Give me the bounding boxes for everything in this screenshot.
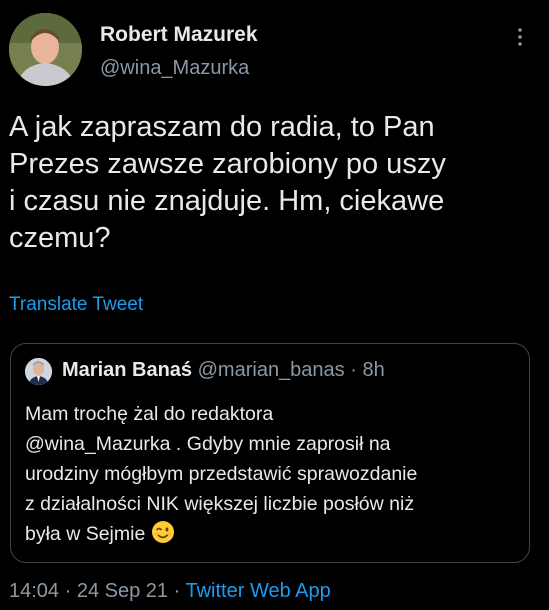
quoted-text-line: @wina_Mazurka . Gdyby mnie zaprosił na xyxy=(25,433,391,455)
quoted-tweet-header: Marian Banaś @marian_banas · 8h xyxy=(62,359,385,382)
quoted-author-name[interactable]: Marian Banaś xyxy=(62,359,192,381)
tweet-text-line: A jak zapraszam do radia, to Pan xyxy=(9,111,435,143)
meta-separator: · xyxy=(173,580,181,602)
quoted-text-line: z działalności NIK większej liczbie posł… xyxy=(25,493,415,515)
quoted-text-line: Mam trochę żal do redaktora xyxy=(25,403,274,425)
translate-tweet-link[interactable]: Translate Tweet xyxy=(9,294,143,316)
quoted-text-line-last: była w Sejmie xyxy=(25,519,520,549)
tweet-time[interactable]: 14:04 xyxy=(9,580,59,602)
quoted-text-line: była w Sejmie xyxy=(25,523,146,545)
tweet: Robert Mazurek @wina_Mazurka A jak zapra… xyxy=(0,0,549,610)
more-vertical-icon[interactable] xyxy=(511,22,529,52)
quoted-author-avatar[interactable] xyxy=(25,358,52,385)
quoted-author-handle[interactable]: @marian_banas xyxy=(198,359,345,381)
quoted-text-line: urodziny mógłbym przedstawić sprawozdani… xyxy=(25,463,418,485)
meta-separator: · xyxy=(64,580,72,602)
tweet-metadata: 14:04 · 24 Sep 21 · Twitter Web App xyxy=(9,580,331,603)
tweet-text: A jak zapraszam do radia, to Pan Prezes … xyxy=(9,109,539,257)
author-avatar[interactable] xyxy=(9,13,82,86)
quoted-tweet-text: Mam trochę żal do redaktora @wina_Mazurk… xyxy=(25,399,520,549)
tweet-text-line: czemu? xyxy=(9,222,111,254)
tweet-source-link[interactable]: Twitter Web App xyxy=(186,580,331,602)
author-name[interactable]: Robert Mazurek xyxy=(100,23,258,47)
winking-face-emoji-icon xyxy=(151,520,175,544)
header-separator: · xyxy=(350,359,357,381)
quoted-tweet-card[interactable]: Marian Banaś @marian_banas · 8h Mam troc… xyxy=(10,343,530,563)
quoted-tweet-time[interactable]: 8h xyxy=(362,359,384,381)
tweet-text-line: Prezes zawsze zarobiony po uszy xyxy=(9,148,446,180)
tweet-text-line: i czasu nie znajduje. Hm, ciekawe xyxy=(9,185,445,217)
tweet-date[interactable]: 24 Sep 21 xyxy=(77,580,168,602)
author-handle[interactable]: @wina_Mazurka xyxy=(100,57,249,80)
